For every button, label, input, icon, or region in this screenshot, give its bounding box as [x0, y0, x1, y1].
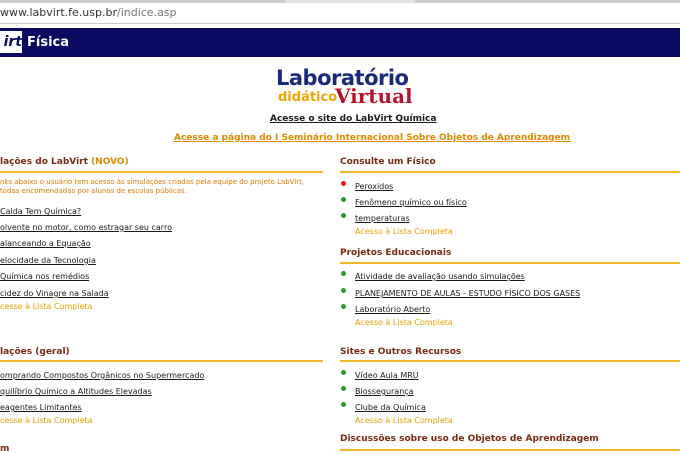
- section-description: nks abaixo o usuário tem acesso às simul…: [0, 178, 305, 195]
- section-title-simulacoes-geral: lações (geral): [0, 347, 70, 357]
- link-lista-completa[interactable]: Acesso à Lista Completa: [355, 227, 453, 236]
- site-header: [0, 28, 680, 57]
- list-item[interactable]: eagentes Limitantes: [0, 403, 82, 412]
- section-rule: [0, 171, 323, 173]
- section-title-projetos: Projetos Educacionais: [340, 248, 452, 258]
- link-lista-completa[interactable]: cesse à Lista Completa: [0, 416, 93, 425]
- section-title-discussoes: Discussões sobre uso de Objetos de Apren…: [340, 434, 599, 444]
- link-lista-completa[interactable]: cesse à Lista Completa: [0, 302, 93, 311]
- link-lista-completa[interactable]: Acesso à Lista Completa: [355, 416, 453, 425]
- bullet-icon: [341, 271, 346, 276]
- section-rule: [340, 449, 680, 451]
- list-item[interactable]: temperaturas: [355, 214, 410, 223]
- list-item[interactable]: cidez do Vinagre na Salada: [0, 289, 109, 298]
- list-item[interactable]: Peroxidos: [355, 182, 393, 191]
- logo-didatico: didático: [278, 90, 338, 105]
- list-item[interactable]: Biossegurança: [355, 387, 414, 396]
- section-title-consulte: Consulte um Físico: [340, 157, 436, 167]
- url-host: www.labvirt.fe.usp.br: [0, 6, 117, 19]
- bullet-icon: [341, 386, 346, 391]
- bullet-icon: [341, 370, 346, 375]
- section-rule: [340, 171, 680, 173]
- labvirt-logo[interactable]: irt: [0, 31, 22, 53]
- list-item[interactable]: alanceando a Equação: [0, 239, 91, 248]
- list-item[interactable]: olvente no motor, como estragar seu carr…: [0, 223, 172, 232]
- section-rule: [340, 262, 680, 264]
- link-labvirt-quimica[interactable]: Acesse o site do LabVirt Química: [270, 114, 436, 124]
- section-rule: [340, 360, 680, 362]
- section-title-simulacoes-labvirt: lações do LabVirt (NOVO): [0, 157, 129, 167]
- bullet-icon: [341, 304, 346, 309]
- list-item[interactable]: omprando Compostos Orgânicos no Supermer…: [0, 371, 204, 380]
- list-item[interactable]: Vídeo Aula MRU: [355, 371, 419, 380]
- list-item[interactable]: Laboratório Aberto: [355, 305, 430, 314]
- list-item[interactable]: Fenômeno químico ou físico: [355, 198, 467, 207]
- list-item[interactable]: elocidade da Tecnologia: [0, 256, 96, 265]
- list-item[interactable]: Calda Tem Química?: [0, 207, 81, 216]
- link-lista-completa[interactable]: Acesso à Lista Completa: [355, 318, 453, 327]
- section-title-sites: Sites e Outros Recursos: [340, 347, 462, 357]
- bullet-icon: [341, 288, 346, 293]
- list-item[interactable]: PLANEJAMENTO DE AULAS - ESTUDO FÍSICO DO…: [355, 289, 580, 298]
- link-seminario[interactable]: Acesse a página do I Seminário Internaci…: [174, 133, 570, 143]
- novo-badge: (NOVO): [91, 157, 129, 167]
- section-rule: [0, 360, 323, 362]
- bullet-icon: [341, 181, 346, 186]
- header-title: Física: [27, 35, 70, 50]
- list-item[interactable]: quilíbrio Químico a Altitudes Elevadas: [0, 387, 152, 396]
- list-item[interactable]: Atividade de avaliação usando simulações: [355, 272, 525, 281]
- bullet-icon: [341, 197, 346, 202]
- url-text[interactable]: www.labvirt.fe.usp.br/indice.asp: [0, 6, 177, 19]
- list-item[interactable]: Clube da Química: [355, 403, 426, 412]
- bullet-icon: [341, 402, 346, 407]
- url-path: /indice.asp: [116, 6, 177, 19]
- bullet-icon: [341, 213, 346, 218]
- logo-virtual: Virtual: [335, 84, 413, 108]
- list-item[interactable]: Química nos remédios: [0, 272, 89, 281]
